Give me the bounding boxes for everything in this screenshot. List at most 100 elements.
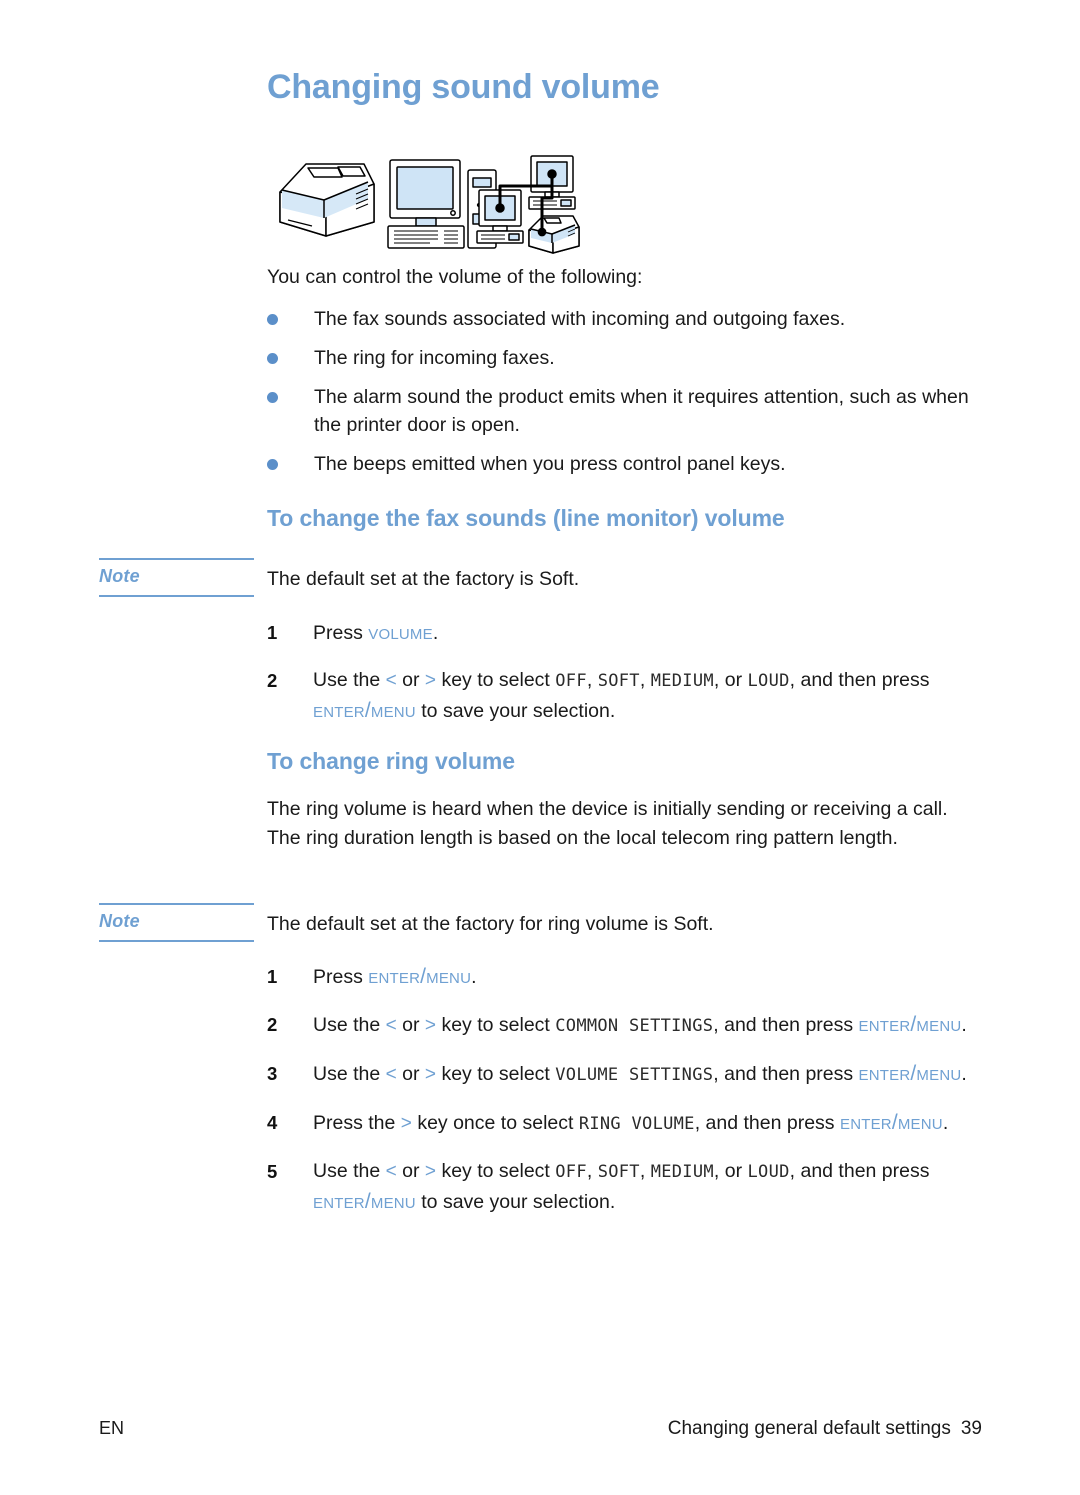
step-row: 2 Use the < or > key to select OFF, SOFT,… [267,666,982,726]
step-text-run: to save your selection. [415,1191,616,1213]
step-text-run: , and then press [789,1160,930,1182]
step-text-run: , and then press [713,1014,859,1036]
step-number: 2 [267,1014,278,1035]
list-item-label: The beeps emitted when you press control… [314,453,786,475]
step-text: Use the < or > key to select OFF, SOFT , … [313,1157,982,1217]
step-text-run: Use the [313,1063,386,1085]
list-item-label: The fax sounds associated with incoming … [314,308,846,330]
page-title: Changing sound volume [267,68,660,106]
control-panel-key-label: Enter/Menu [368,965,472,988]
control-panel-key-label: Enter/Menu [313,699,416,722]
note-block-ring: Note [99,903,254,942]
bullet-dot-icon [267,459,278,470]
footer-running-head: Changing general default settings 39 [668,1418,982,1440]
bullet-dot-icon [267,353,278,364]
step-text-run: to save your selection. [415,700,616,722]
note-label: Note [99,566,140,586]
steps-fax-sounds: 1 Press Volume. 2 Use the < or > key to sel… [267,618,982,744]
step-text: Use the < or > key to select OFF, SOFT , … [313,666,982,726]
list-item-label: The ring for incoming faxes. [314,347,555,369]
step-row: 4 Press the > key once to select RING VOL… [267,1108,982,1139]
control-panel-key-label: Enter/Menu [839,1111,943,1134]
step-row: 2 Use the < or > key to select COMMON SET… [267,1010,982,1041]
step-text-run: key to select [436,1014,556,1036]
step-text: Press Volume. [313,618,982,648]
intro-paragraph: You can control the volume of the follow… [267,266,643,288]
step-text-run: or [396,669,425,691]
section-heading-fax-sounds: To change the fax sounds (line monitor) … [267,505,785,531]
step-number: 5 [267,1161,278,1182]
menu-value-text: MEDIUM [650,671,714,691]
step-text: Use the < or > key to select VOLUME SETT… [313,1059,982,1090]
step-text-run: , and then press [694,1112,840,1134]
step-text-run: or [396,1063,425,1085]
step-text-run: key to select [436,1160,556,1182]
list-item: The ring for incoming faxes. [267,344,979,372]
step-row: 3 Use the < or > key to select VOLUME SET… [267,1059,982,1090]
menu-value-text: COMMON SETTINGS [555,1016,714,1036]
section-heading-ring-volume: To change ring volume [267,748,515,774]
step-text: Press Enter/Menu. [313,962,982,992]
menu-value-text: VOLUME SETTINGS [555,1065,714,1085]
step-row: 5 Use the < or > key to select OFF, SOFT,… [267,1157,982,1217]
step-text-run: , [586,1160,598,1182]
control-panel-key-label: Enter/Menu [858,1013,962,1036]
list-item: The beeps emitted when you press control… [267,450,979,478]
step-text-run: Use the [313,1160,386,1182]
list-item-label: The alarm sound the product emits when i… [314,386,969,436]
list-item: The alarm sound the product emits when i… [267,383,979,439]
step-text-run: , or [713,1160,748,1182]
step-text-run: . [471,966,477,988]
step-text-run: key once to select [411,1112,579,1134]
note-text-fax: The default set at the factory is Soft. [267,568,580,590]
note-rule-bottom [99,940,254,942]
volume-items-list: The fax sounds associated with incoming … [267,305,979,489]
control-panel-key-label: Enter/Menu [858,1062,962,1085]
step-text-run: Use the [313,1014,386,1036]
steps-ring-volume: 1 Press Enter/Menu. 2 Use the < or > key to… [267,962,982,1235]
step-text-run: Press the [313,1112,401,1134]
menu-value-text: SOFT [597,1162,640,1182]
printer-icon [279,163,375,237]
step-text-run: , [639,669,651,691]
menu-value-text: SOFT [597,671,640,691]
step-text-run: key to select [436,669,556,691]
step-text-run: , and then press [713,1063,859,1085]
step-text: Press the > key once to select RING VOLU… [313,1108,982,1139]
step-row: 1 Press Volume. [267,618,982,648]
left-arrow-key-icon: < [385,670,397,691]
printer-computer-network-illustration [268,150,588,255]
right-arrow-key-icon: > [424,1161,437,1182]
step-text-run: . [432,622,439,644]
control-panel-key-label: Volume [368,621,433,644]
menu-value-text: LOUD [747,1162,790,1182]
step-number: 4 [267,1112,278,1133]
step-text-run: , or [713,669,748,691]
step-text-run: , [586,669,598,691]
note-block-fax: Note [99,558,254,597]
menu-value-text: RING VOLUME [578,1114,695,1134]
ring-volume-paragraph: The ring volume is heard when the device… [267,798,948,849]
step-text-run: . [961,1063,967,1085]
step-text-run: or [396,1014,425,1036]
menu-value-text: MEDIUM [650,1162,714,1182]
footer-language: EN [99,1418,125,1438]
menu-value-text: OFF [555,1162,587,1182]
bullet-dot-icon [267,314,278,325]
right-arrow-key-icon: > [400,1113,412,1134]
step-text-run: or [396,1160,425,1182]
list-item: The fax sounds associated with incoming … [267,305,979,333]
document-page: Changing sound volume You can control th… [0,0,1080,1495]
control-panel-key-label: Enter/Menu [313,1190,416,1213]
step-text-run: Use the [313,669,386,691]
right-arrow-key-icon: > [424,1015,437,1036]
footer-section-title: Changing general default settings [667,1418,951,1439]
footer-page-number: 39 [960,1418,982,1439]
step-number: 1 [267,966,278,987]
step-row: 1 Press Enter/Menu. [267,962,982,992]
step-number: 3 [267,1063,278,1084]
step-text-run: Press [313,966,369,988]
left-arrow-key-icon: < [385,1015,397,1036]
left-arrow-key-icon: < [385,1161,397,1182]
step-text-run: Press [313,622,369,644]
